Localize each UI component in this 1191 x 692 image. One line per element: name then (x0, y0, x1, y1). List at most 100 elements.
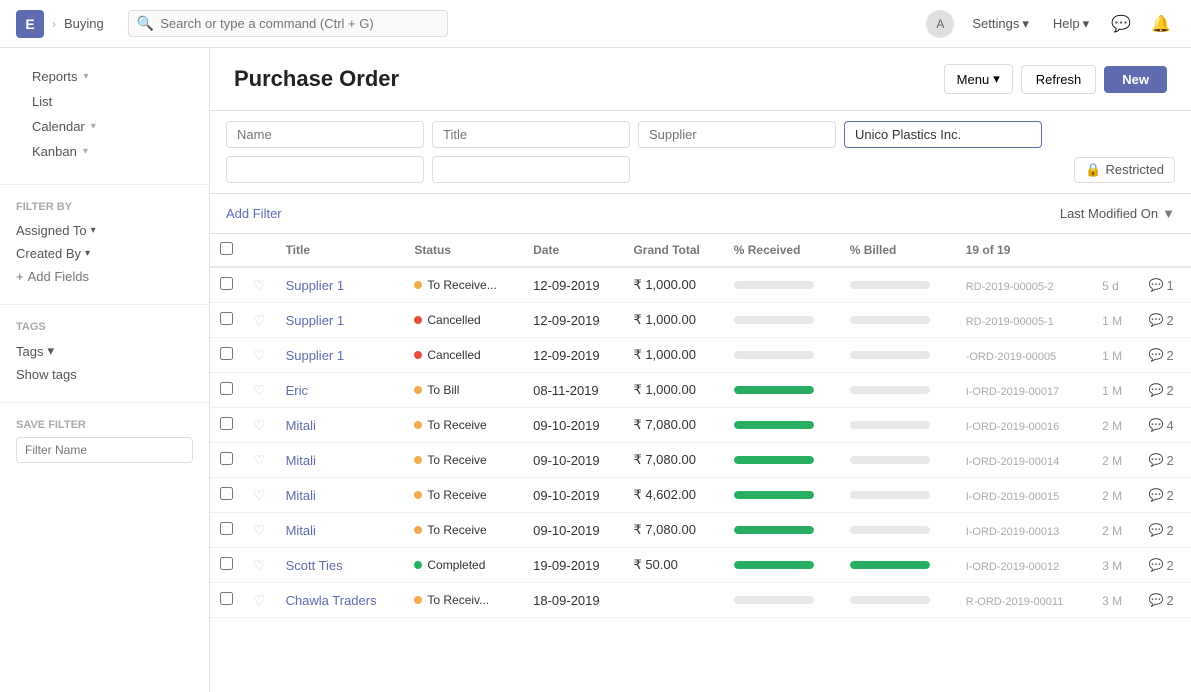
row-checkbox[interactable] (220, 487, 233, 500)
assigned-to-filter[interactable]: Assigned To ▾ (16, 219, 193, 242)
row-checkbox[interactable] (220, 557, 233, 570)
row-title[interactable]: Mitali (276, 443, 405, 478)
th-title: Title (276, 234, 405, 267)
sidebar-item-kanban[interactable]: Kanban ▾ (16, 139, 193, 164)
row-checkbox[interactable] (220, 347, 233, 360)
status-dot (414, 421, 422, 429)
name-filter-input[interactable] (226, 121, 424, 148)
th-time (1092, 234, 1138, 267)
new-button[interactable]: New (1104, 66, 1167, 93)
heart-icon[interactable]: ♡ (253, 417, 266, 433)
comment-count[interactable]: 💬 1 (1149, 278, 1181, 293)
row-billed (840, 478, 956, 513)
th-received: % Received (724, 234, 840, 267)
show-tags-button[interactable]: Show tags (16, 363, 193, 386)
row-status: To Receive (404, 478, 523, 513)
heart-icon[interactable]: ♡ (253, 452, 266, 468)
heart-icon[interactable]: ♡ (253, 522, 266, 538)
row-record-id: I-ORD-2019-00017 (956, 373, 1092, 408)
help-button[interactable]: Help ▾ (1047, 12, 1095, 36)
row-time-ago: 1 M (1092, 303, 1138, 338)
heart-icon[interactable]: ♡ (253, 592, 266, 608)
sidebar-item-calendar[interactable]: Calendar ▾ (16, 114, 193, 139)
heart-icon[interactable]: ♡ (253, 277, 266, 293)
row-title[interactable]: Supplier 1 (276, 267, 405, 303)
row-checkbox[interactable] (220, 522, 233, 535)
comment-count[interactable]: 💬 2 (1149, 488, 1181, 503)
status-label: Completed (427, 558, 485, 572)
comment-number: 2 (1166, 453, 1173, 468)
nav-search-bar[interactable]: 🔍 (128, 10, 448, 37)
row-title[interactable]: Supplier 1 (276, 303, 405, 338)
row-status: To Receive... (404, 267, 523, 303)
sidebar-item-list[interactable]: List (16, 89, 193, 114)
row-title[interactable]: Eric (276, 373, 405, 408)
row-title[interactable]: Mitali (276, 408, 405, 443)
row-billed (840, 548, 956, 583)
comment-icon: 💬 (1149, 348, 1164, 362)
sort-icon[interactable]: ▼ (1162, 206, 1175, 221)
menu-button[interactable]: Menu ▾ (944, 64, 1013, 94)
select-all-checkbox[interactable] (220, 242, 233, 255)
row-checkbox[interactable] (220, 592, 233, 605)
heart-icon[interactable]: ♡ (253, 347, 266, 363)
row-title[interactable]: Mitali (276, 478, 405, 513)
row-checkbox-cell (210, 478, 243, 513)
row-record-id: -ORD-2019-00005 (956, 338, 1092, 373)
add-fields-button[interactable]: + Add Fields (16, 265, 193, 288)
tags-filter-item[interactable]: Tags ▾ (16, 339, 193, 363)
heart-icon[interactable]: ♡ (253, 382, 266, 398)
row-received (724, 408, 840, 443)
comment-count[interactable]: 💬 2 (1149, 348, 1181, 363)
row-time-ago: 2 M (1092, 443, 1138, 478)
refresh-button[interactable]: Refresh (1021, 65, 1097, 94)
comment-count[interactable]: 💬 4 (1149, 418, 1181, 433)
row-checkbox[interactable] (220, 382, 233, 395)
settings-button[interactable]: Settings ▾ (966, 12, 1035, 36)
row-favorite-cell: ♡ (243, 443, 276, 478)
search-input[interactable] (160, 16, 439, 31)
comment-count[interactable]: 💬 2 (1149, 383, 1181, 398)
row-title[interactable]: Scott Ties (276, 548, 405, 583)
sidebar-divider-3 (0, 402, 209, 403)
heart-icon[interactable]: ♡ (253, 557, 266, 573)
row-checkbox[interactable] (220, 312, 233, 325)
last-modified-sort[interactable]: Last Modified On ▼ (1060, 206, 1175, 221)
heart-icon[interactable]: ♡ (253, 487, 266, 503)
row-title[interactable]: Mitali (276, 513, 405, 548)
row-title[interactable]: Supplier 1 (276, 338, 405, 373)
nav-chevron: › (52, 17, 56, 31)
received-progress-bar (734, 561, 814, 569)
comment-count[interactable]: 💬 2 (1149, 558, 1181, 573)
comment-count[interactable]: 💬 2 (1149, 313, 1181, 328)
add-filter-button[interactable]: Add Filter (226, 202, 282, 225)
save-filter-section: SAVE FILTER (0, 411, 209, 471)
heart-icon[interactable]: ♡ (253, 312, 266, 328)
search-icon: 🔍 (137, 15, 154, 32)
comment-number: 2 (1166, 348, 1173, 363)
extra-filter-1[interactable] (226, 156, 424, 183)
row-status: To Receiv... (404, 583, 523, 618)
supplier-filter-input[interactable] (638, 121, 836, 148)
row-received (724, 513, 840, 548)
chat-icon[interactable]: 💬 (1107, 10, 1135, 38)
comment-count[interactable]: 💬 2 (1149, 453, 1181, 468)
row-record-id: RD-2019-00005-2 (956, 267, 1092, 303)
title-filter-input[interactable] (432, 121, 630, 148)
sidebar-item-reports[interactable]: Reports ▾ (16, 64, 193, 89)
row-title[interactable]: Chawla Traders (276, 583, 405, 618)
billed-progress-bar (850, 456, 930, 464)
bell-icon[interactable]: 🔔 (1147, 10, 1175, 38)
comment-icon: 💬 (1149, 593, 1164, 607)
row-checkbox[interactable] (220, 417, 233, 430)
supplier-value-input[interactable] (844, 121, 1042, 148)
filter-name-input[interactable] (16, 437, 193, 463)
comment-count[interactable]: 💬 2 (1149, 593, 1181, 608)
row-checkbox[interactable] (220, 277, 233, 290)
comment-count[interactable]: 💬 2 (1149, 523, 1181, 538)
row-checkbox[interactable] (220, 452, 233, 465)
filter-bar: 🔒 Restricted (210, 111, 1191, 194)
chevron-icon: ▾ (47, 343, 54, 359)
extra-filter-2[interactable] (432, 156, 630, 183)
created-by-filter[interactable]: Created By ▾ (16, 242, 193, 265)
